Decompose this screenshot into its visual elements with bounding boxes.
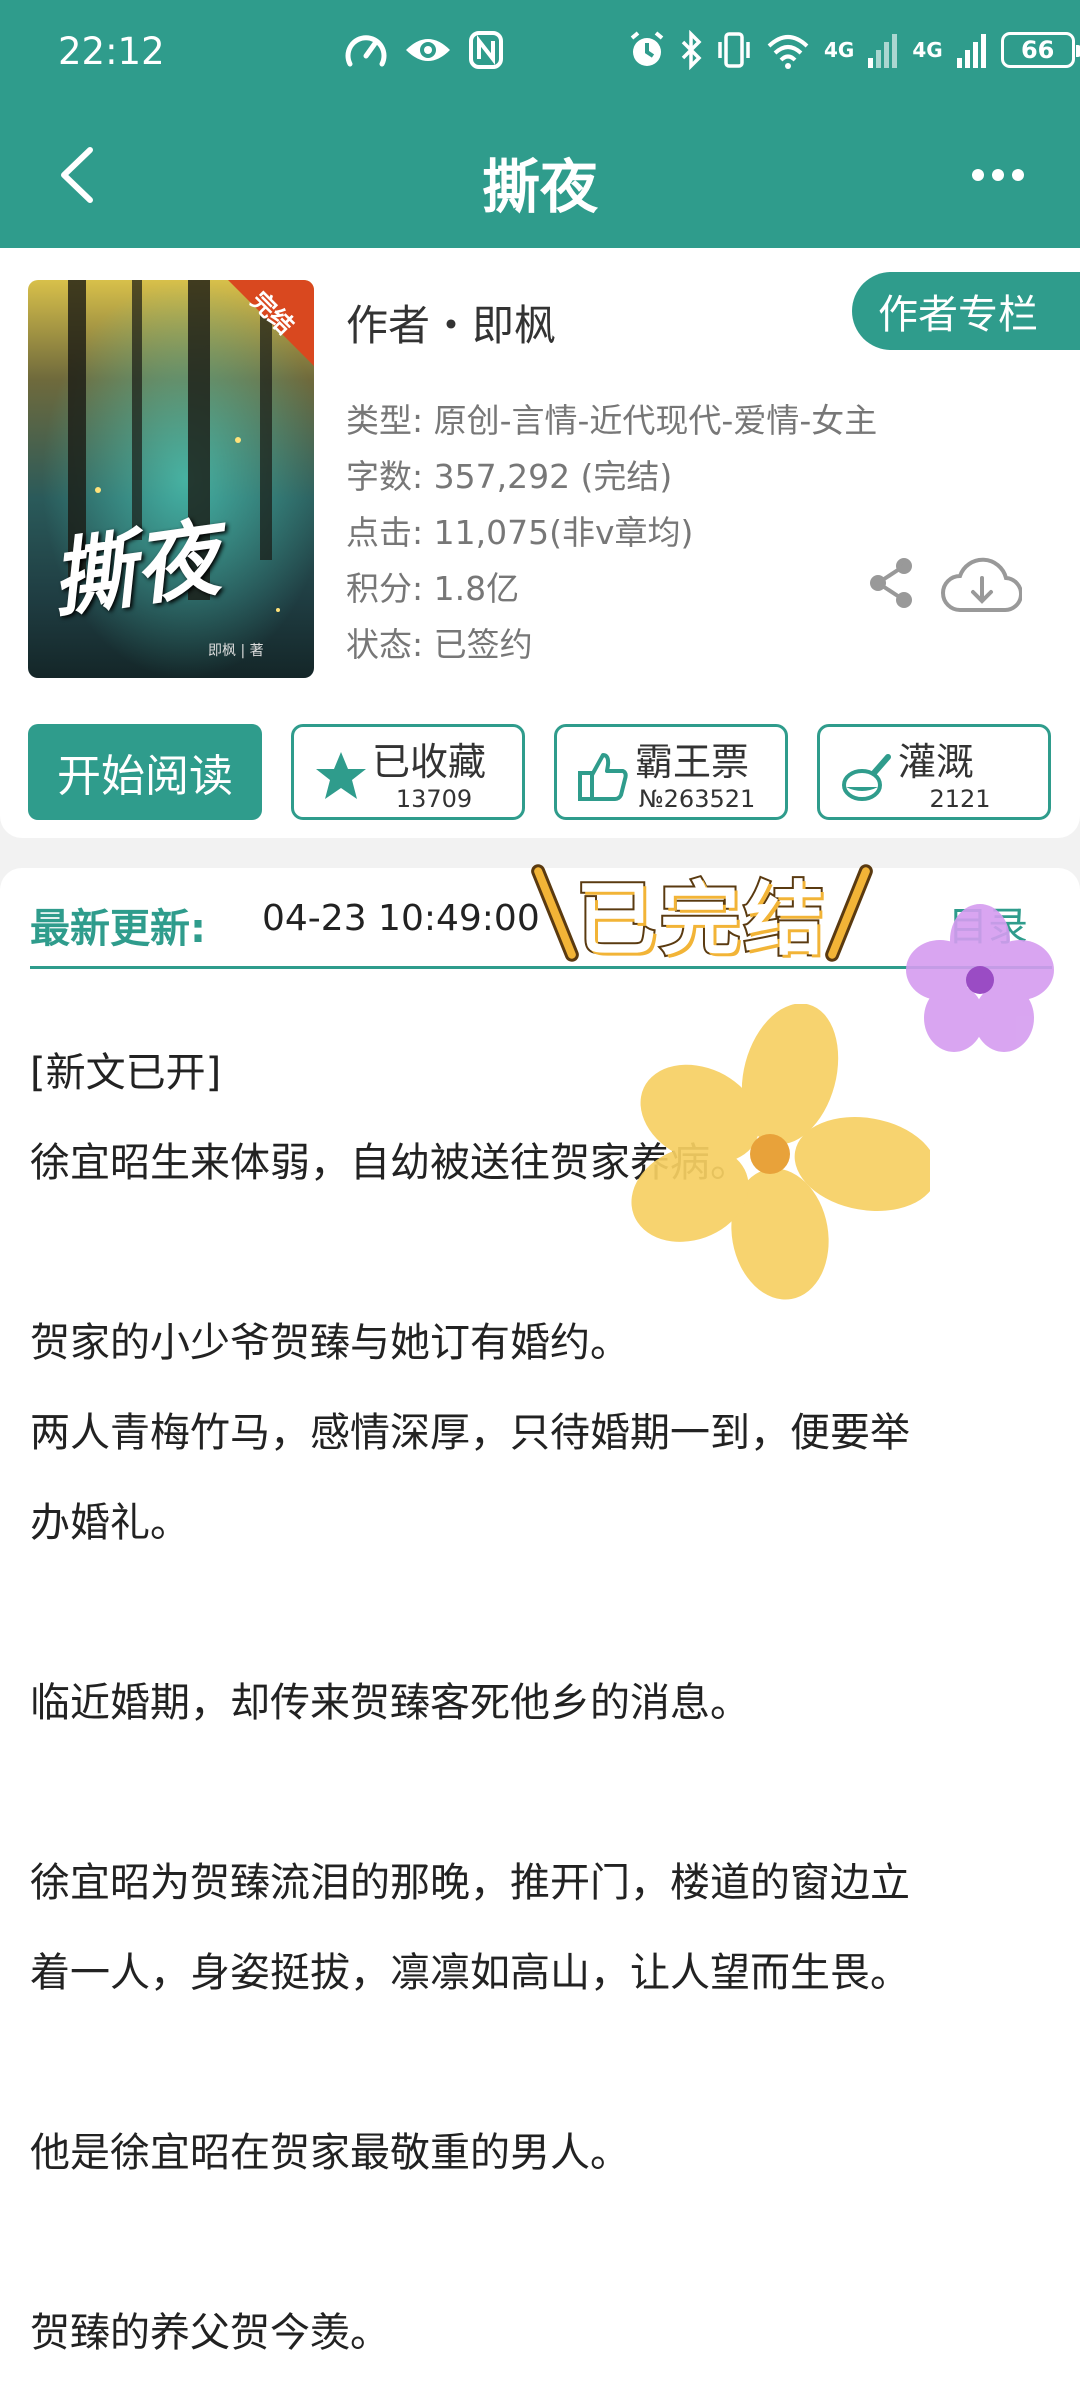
start-reading-button[interactable]: 开始阅读 [28,724,262,820]
vote-button[interactable]: 霸王票 №263521 [554,724,788,820]
book-score: 积分: 1.8亿 [346,569,520,608]
irrigate-count: 2121 [929,785,991,813]
collect-count: 13709 [395,785,473,813]
network-type-2: 4G [912,38,943,62]
latest-update-time: 04-23 10:49:00 [262,898,540,939]
irrigate-button[interactable]: 灌溉 2121 [817,724,1051,820]
network-type-1: 4G [824,38,855,62]
download-icon[interactable] [940,556,1022,614]
nfc-icon [469,31,503,69]
completed-sticker-text: 已完结 [574,871,828,968]
signal-icon-2 [956,34,986,68]
bluetooth-icon [681,30,702,70]
more-options-icon[interactable] [968,158,1028,192]
description-line: 临近婚期，却传来贺臻客死他乡的消息。 [30,1680,750,1726]
update-divider [30,966,1052,969]
book-clicks: 点击: 11,075(非v章均) [346,513,694,552]
status-icons-right: 4G 4G 66 [628,28,1080,72]
wifi-icon [767,35,809,69]
description-line: 办婚礼。 [30,1500,190,1546]
book-type: 类型: 原创-言情-近代现代-爱情-女主 [346,401,878,440]
vote-count: №263521 [638,785,756,813]
description-line: [新文已开] [30,1050,222,1096]
description-line: 着一人，身姿挺拔，凛凛如高山，让人望而生畏。 [30,1950,910,1996]
collect-label: 已收藏 [372,740,487,784]
irrigate-label: 灌溉 [898,740,975,784]
alarm-icon [630,31,664,66]
share-icon[interactable] [866,556,916,610]
speedometer-icon [345,35,387,67]
vote-label: 霸王票 [635,740,750,784]
status-time: 22:12 [58,30,165,73]
yellow-flower-sticker [631,1004,930,1300]
book-word-count: 字数: 357,292 (完结) [346,457,673,496]
signal-icon-1 [868,34,898,68]
author-column-button[interactable]: 作者专栏 [852,272,1080,350]
latest-update-label: 最新更新: [30,906,206,952]
vibrate-icon [718,32,750,68]
description-line: 他是徐宜昭在贺家最敬重的男人。 [30,2130,630,2176]
page-title: 撕夜 [481,153,598,221]
book-state: 状态: 已签约 [346,625,533,664]
author-name[interactable]: 作者・即枫 [346,292,556,353]
description-line: 贺家的小少爷贺臻与她订有婚约。 [30,1320,630,1366]
description-line: 贺臻的养父贺今羡。 [30,2310,390,2356]
collect-button[interactable]: 已收藏 13709 [291,724,525,820]
cover-title: 撕夜 [44,508,225,630]
description-line: 徐宜昭为贺臻流泪的那晚，推开门，楼道的窗边立 [30,1860,910,1906]
cover-author: 即枫 | 著 [208,643,264,659]
description-line: 两人青梅竹马，感情深厚，只待婚期一到，便要举 [30,1410,910,1456]
battery-indicator: 66 [1000,32,1080,68]
completed-sticker: 已完结 [529,858,875,968]
book-cover[interactable]: 完结 撕夜 即枫 | 著 [28,280,314,678]
status-icons-left [344,28,504,72]
eye-icon [406,39,450,61]
